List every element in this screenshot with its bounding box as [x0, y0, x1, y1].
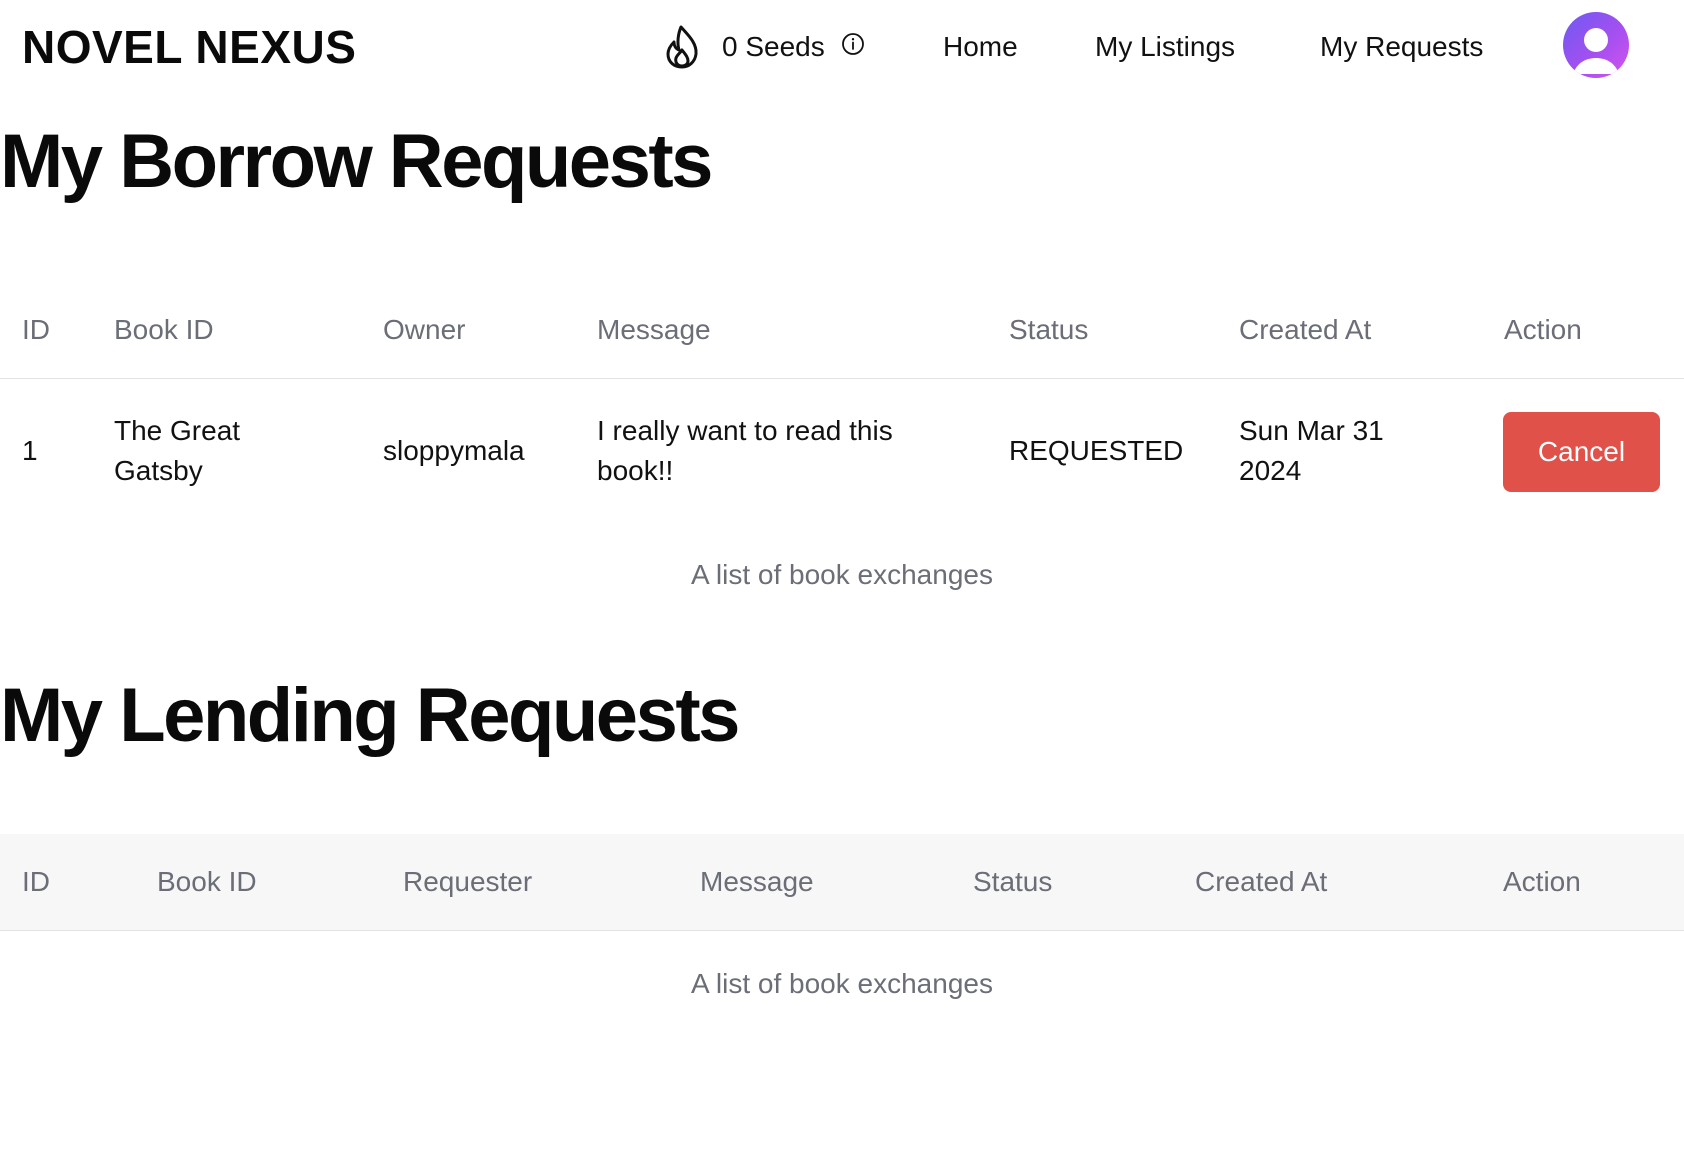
cell-book-id-line-2: Gatsby: [114, 455, 203, 486]
table-header-row: ID Book ID Requester Message Status Crea…: [0, 834, 1684, 931]
column-header-book-id: Book ID: [157, 866, 257, 897]
seeds-count-label: 0 Seeds: [722, 31, 825, 62]
top-navbar: NOVEL NEXUS 0 Seeds Home My Listings My …: [0, 0, 1684, 94]
cell-owner: sloppymala: [383, 435, 525, 466]
flame-icon: [666, 25, 698, 69]
column-header-created-at: Created At: [1239, 314, 1372, 345]
cell-book-id: The Great Gatsby: [114, 411, 240, 491]
cell-created-at-line-1: Sun Mar 31: [1239, 415, 1384, 446]
cell-created-at-line-2: 2024: [1239, 455, 1302, 486]
borrow-requests-title: My Borrow Requests: [0, 119, 713, 204]
column-header-message: Message: [597, 314, 711, 345]
brand-logo[interactable]: NOVEL NEXUS: [22, 18, 356, 76]
column-header-status: Status: [1009, 314, 1089, 345]
table-header-row: ID Book ID Owner Message Status Created …: [0, 282, 1684, 379]
lending-requests-table: ID Book ID Requester Message Status Crea…: [0, 834, 1684, 931]
info-icon[interactable]: [841, 32, 865, 56]
column-header-owner: Owner: [383, 314, 466, 345]
column-header-id: ID: [22, 866, 50, 897]
borrow-table-caption: A list of book exchanges: [691, 559, 993, 590]
cell-message: I really want to read this book!!: [597, 411, 893, 491]
column-header-message: Message: [700, 866, 814, 897]
user-avatar[interactable]: [1563, 12, 1629, 78]
column-header-action: Action: [1504, 314, 1582, 345]
cell-book-id-line-1: The Great: [114, 415, 241, 446]
cell-id: 1: [22, 435, 38, 466]
column-header-book-id: Book ID: [114, 314, 214, 345]
nav-link-my-listings[interactable]: My Listings: [1095, 26, 1235, 68]
user-avatar-icon: [1573, 28, 1619, 74]
nav-link-home[interactable]: Home: [943, 26, 1018, 68]
cell-created-at: Sun Mar 31 2024: [1239, 411, 1384, 491]
column-header-action: Action: [1503, 866, 1581, 897]
column-header-status: Status: [973, 866, 1053, 897]
column-header-created-at: Created At: [1195, 866, 1328, 897]
lending-requests-title: My Lending Requests: [0, 673, 740, 758]
column-header-requester: Requester: [403, 866, 533, 897]
borrow-requests-table: ID Book ID Owner Message Status Created …: [0, 282, 1684, 523]
cell-message-line-1: I really want to read this: [597, 415, 893, 446]
table-row: 1 The Great Gatsby sloppymala I really w…: [0, 379, 1684, 523]
cancel-request-button[interactable]: Cancel: [1503, 412, 1660, 492]
column-header-id: ID: [22, 314, 50, 345]
seeds-counter: 0 Seeds: [664, 24, 865, 70]
lending-table-caption: A list of book exchanges: [691, 968, 993, 999]
nav-link-my-requests[interactable]: My Requests: [1320, 26, 1483, 68]
cell-message-line-2: book!!: [597, 455, 674, 486]
cell-status: REQUESTED: [1009, 435, 1184, 466]
page: NOVEL NEXUS 0 Seeds Home My Listings My …: [0, 0, 1684, 1168]
